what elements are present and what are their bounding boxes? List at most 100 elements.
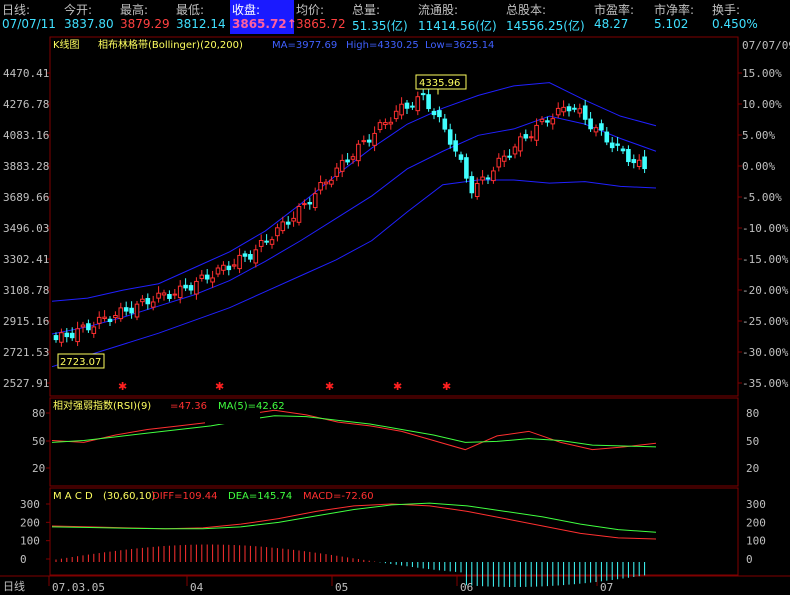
candle-down <box>426 94 431 110</box>
candle-down <box>485 177 491 180</box>
candle-down <box>626 148 631 163</box>
candle-up <box>361 140 367 143</box>
candle-up <box>237 254 242 270</box>
candle-up <box>194 280 199 295</box>
candle-down <box>615 143 620 146</box>
date-tick-label: 07.03.05 <box>52 581 105 594</box>
candle-up <box>561 106 566 113</box>
candle-up <box>480 176 485 181</box>
date-tick-label: 06 <box>460 581 473 594</box>
min-callout: 2723.07 <box>60 357 101 368</box>
candle-down <box>204 274 210 280</box>
candle-up <box>269 239 275 245</box>
candle-up <box>134 303 140 318</box>
pct-tick-label: -15.00% <box>742 253 789 266</box>
candle-down <box>464 157 469 179</box>
candle-up <box>258 240 264 247</box>
candle-up <box>399 103 404 116</box>
candle-up <box>318 182 323 191</box>
candle-up <box>329 179 334 185</box>
pct-tick-label: 0.00% <box>742 160 775 173</box>
date-tick-label: 07 <box>600 581 613 594</box>
pct-tick-label: -20.00% <box>742 284 789 297</box>
y-tick-label: 2527.91 <box>3 377 49 390</box>
candle-up <box>199 274 205 279</box>
candle-down <box>129 307 134 314</box>
candle-down <box>572 107 577 110</box>
candle-up <box>91 326 97 334</box>
candle-up <box>501 155 507 162</box>
candle-down <box>620 148 626 152</box>
candle-up <box>474 183 480 198</box>
candle-up <box>253 249 259 264</box>
candle-up <box>496 157 502 168</box>
panel-frame <box>49 36 739 397</box>
candle-up <box>377 122 383 131</box>
candle-up <box>231 264 237 267</box>
candle-up <box>350 156 356 160</box>
candle-down <box>545 120 550 123</box>
y-tick-label: 3883.28 <box>3 160 49 173</box>
rsi-value: =47.36 <box>170 401 207 412</box>
candle-up <box>118 307 124 320</box>
macd-diff: DIFF=109.44 <box>152 491 218 502</box>
bollinger-band-1 <box>51 82 657 302</box>
high-label: High=4330.25 <box>346 40 419 51</box>
candle-up <box>339 159 345 172</box>
macd-tick-label-right: 100 <box>746 535 766 548</box>
rsi-ma-value: MA(5)=42.62 <box>218 401 285 412</box>
y-tick-label: 4276.78 <box>3 98 49 111</box>
y-tick-label: 3689.66 <box>3 191 49 204</box>
candle-down <box>437 110 442 118</box>
candle-up <box>528 136 534 139</box>
candle-up <box>312 193 318 209</box>
candle-down <box>285 221 291 225</box>
candle-down <box>123 307 129 312</box>
signal-star: ✱ <box>442 380 451 393</box>
candle-up <box>577 108 583 114</box>
macd-macd: MACD=-72.60 <box>303 491 374 502</box>
rsi-line <box>51 409 657 451</box>
candle-down <box>582 105 588 120</box>
candle-down <box>264 240 269 243</box>
candle-up <box>491 170 496 182</box>
pct-tick-label: -30.00% <box>742 346 789 359</box>
candle-up <box>80 324 86 328</box>
candle-up <box>323 181 329 185</box>
candle-down <box>188 285 194 291</box>
candle-up <box>140 298 145 303</box>
ma-label: MA=3977.69 <box>272 40 337 51</box>
candle-down <box>183 284 188 289</box>
candle-up <box>334 167 340 177</box>
pct-tick-label: 5.00% <box>742 129 775 142</box>
macd-tick-label-right: 0 <box>746 553 753 566</box>
candle-down <box>86 323 91 331</box>
chart-canvas[interactable]: 4470.41 15.00% 4276.78 10.00% 4083.16 5.00% 38… <box>0 0 790 595</box>
candle-down <box>307 202 313 205</box>
candle-up <box>415 96 421 112</box>
low-label: Low=3625.14 <box>425 40 494 51</box>
candle-down <box>507 155 512 158</box>
macd-tick-label-right: 300 <box>746 498 766 511</box>
candle-up <box>210 277 215 283</box>
candle-down <box>226 265 232 271</box>
candle-up <box>59 332 64 343</box>
y-tick-label: 3496.03 <box>3 222 49 235</box>
candle-up <box>383 122 388 126</box>
candle-down <box>588 118 593 130</box>
candle-up <box>221 264 226 271</box>
candle-up <box>96 316 102 324</box>
candle-up <box>296 205 302 223</box>
candle-down <box>145 298 151 305</box>
candle-up <box>215 267 221 275</box>
candle-up <box>280 221 286 232</box>
signal-star: ✱ <box>325 380 334 393</box>
date-tick-label: 05 <box>335 581 348 594</box>
pct-tick-label: 15.00% <box>742 67 782 80</box>
pct-tick-label: -5.00% <box>742 191 782 204</box>
timeframe-label: 日线 <box>3 579 25 593</box>
main-title: K线图 <box>53 38 80 51</box>
candle-down <box>404 102 410 109</box>
macd-tick-label: 0 <box>20 553 27 566</box>
candle-down <box>453 140 458 152</box>
